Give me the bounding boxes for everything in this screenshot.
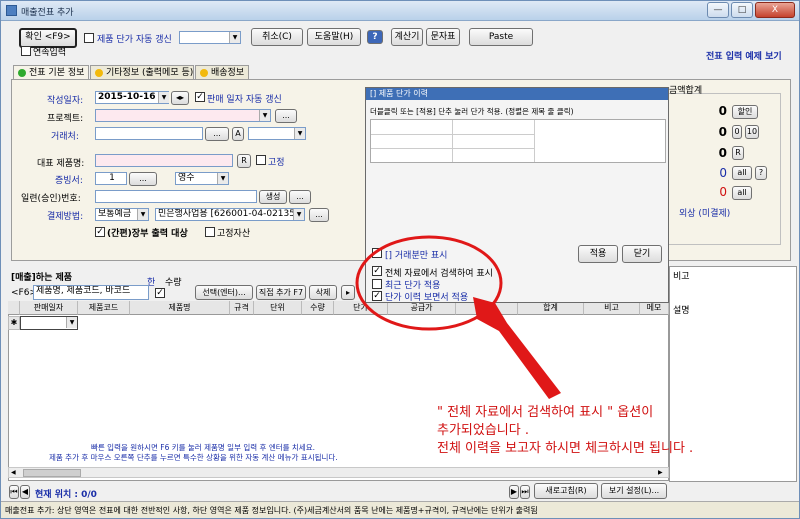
annotation-line-2: 추가되었습니다 . [437, 423, 529, 438]
annotation-line-1: " 전체 자료에서 검색하여 표시 " 옵션이 [437, 405, 654, 420]
app-window: 매출전표 추가 — □ X 확인 <F9> 제품 단가 자동 갱신 ▼ 취소(C… [0, 0, 800, 519]
annotation-arrow-icon [473, 297, 561, 399]
annotation-line-3: 전체 이력을 보고자 하시면 체크하시면 됩니다 . [437, 441, 694, 456]
